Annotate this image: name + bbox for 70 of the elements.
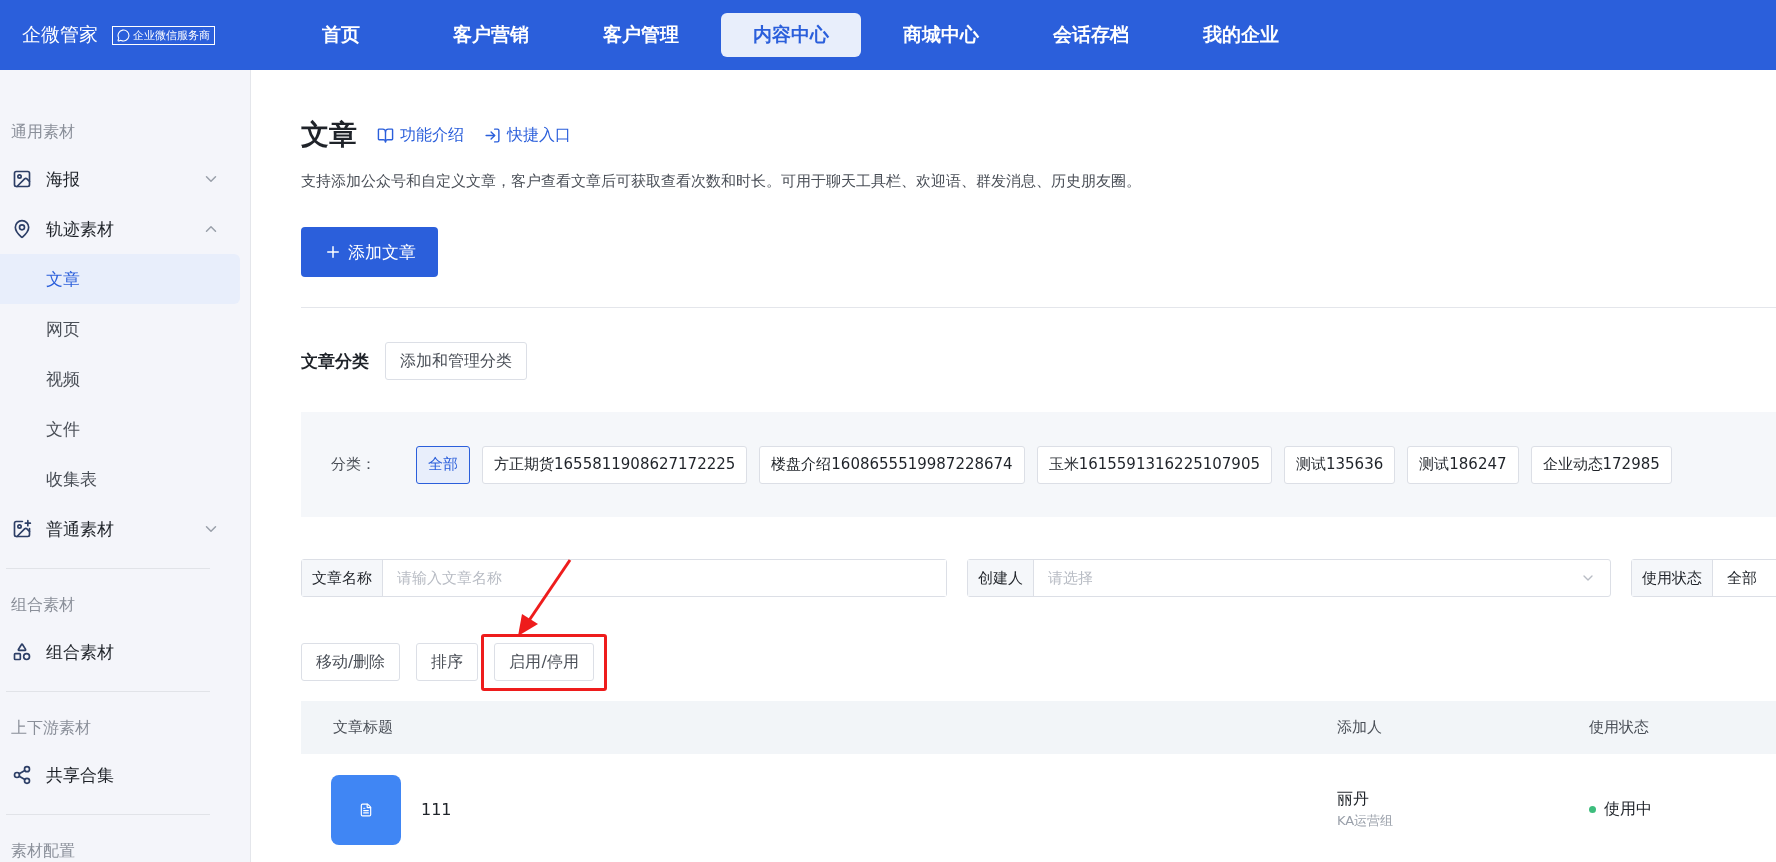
column-header: 添加人	[1336, 718, 1383, 737]
select-value: 全部	[1727, 568, 1757, 588]
sidebar-label: 海报	[46, 167, 81, 191]
category-title: 文章分类	[301, 349, 369, 373]
category-label: 分类：	[331, 455, 376, 474]
chat-icon	[117, 28, 130, 42]
category-chip[interactable]: 方正期货1655811908627172225	[482, 445, 748, 484]
header-link[interactable]: 功能介绍	[377, 124, 464, 146]
action-button[interactable]: 启用/停用	[494, 643, 594, 681]
section-title: 上下游素材	[10, 716, 92, 739]
field-label: 使用状态	[1632, 560, 1713, 596]
category-chip[interactable]: 测试186247	[1407, 445, 1519, 484]
sidebar-item[interactable]: 轨迹素材	[0, 204, 240, 254]
column-header: 使用状态	[1588, 718, 1650, 737]
adder-name: 丽丹	[1337, 789, 1370, 810]
nav-tab[interactable]: 我的企业	[1171, 13, 1311, 57]
sidebar-item[interactable]: 普通素材	[0, 504, 240, 554]
share-icon	[12, 765, 32, 785]
section-title: 组合素材	[10, 593, 76, 616]
status-text: 使用中	[1604, 799, 1652, 820]
category-chip[interactable]: 全部	[416, 445, 470, 484]
section-title: 通用素材	[10, 120, 76, 143]
page-title: 文章	[301, 117, 357, 153]
sidebar-item[interactable]: 组合素材	[0, 627, 240, 677]
shapes-icon	[12, 642, 32, 662]
nav-tab[interactable]: 商城中心	[871, 13, 1011, 57]
sidebar-subitem[interactable]: 收集表	[0, 454, 240, 504]
pin-icon	[12, 219, 32, 239]
field-label: 创建人	[968, 560, 1034, 596]
action-button[interactable]: 排序	[416, 643, 479, 681]
sidebar-label: 共享合集	[46, 763, 115, 787]
nav-tab[interactable]: 客户营销	[421, 13, 561, 57]
document-icon	[359, 802, 373, 817]
nav-tab[interactable]: 客户管理	[571, 13, 711, 57]
sidebar-subitem[interactable]: 文件	[0, 404, 240, 454]
nav-tab[interactable]: 首页	[271, 13, 411, 57]
column-header: 文章标题	[332, 718, 394, 737]
image-plus-icon	[12, 519, 32, 539]
section-title: 素材配置	[10, 839, 76, 862]
adder-team: KA运营组	[1337, 812, 1395, 830]
page-description: 支持添加公众号和自定义文章，客户查看文章后可获取查看次数和时长。可用于聊天工具栏、欢迎语、群发消息、历史朋友圈。	[301, 172, 1142, 191]
sidebar-item[interactable]: 海报	[0, 154, 240, 204]
filter-field[interactable]: 创建人 请选择	[967, 559, 1611, 597]
sidebar-item[interactable]: 共享合集	[0, 750, 240, 800]
sidebar-subitem[interactable]: 视频	[0, 354, 240, 404]
action-button[interactable]: 移动/删除	[301, 643, 401, 681]
category-chip[interactable]: 楼盘介绍1608655519987228674	[759, 445, 1025, 484]
field-label: 文章名称	[302, 560, 383, 596]
book-icon	[377, 126, 394, 144]
sidebar-label: 普通素材	[46, 517, 115, 541]
filter-field[interactable]: 文章名称 请输入文章名称	[301, 559, 947, 597]
add-article-button[interactable]: 添加文章	[301, 227, 438, 277]
image-icon	[12, 169, 32, 189]
sidebar-subitem[interactable]: 网页	[0, 304, 240, 354]
nav-tab[interactable]: 会话存档	[1021, 13, 1161, 57]
category-chip[interactable]: 玉米1615591316225107905	[1036, 445, 1272, 484]
app-logo: 企微管家	[22, 22, 98, 47]
category-chip[interactable]: 企业动态172985	[1530, 445, 1672, 484]
sidebar-subitem[interactable]: 文章	[0, 254, 240, 304]
enter-icon	[484, 126, 501, 144]
sidebar-label: 组合素材	[46, 640, 115, 664]
filter-field[interactable]: 使用状态 全部	[1631, 559, 1776, 597]
header-link[interactable]: 快捷入口	[484, 124, 571, 146]
manage-category-button[interactable]: 添加和管理分类	[385, 342, 527, 380]
select-placeholder: 请选择	[1048, 568, 1094, 588]
badge-text: 企业微信服务商	[133, 27, 210, 43]
sidebar-label: 轨迹素材	[46, 217, 115, 241]
article-title: 111	[421, 800, 452, 819]
nav-tab[interactable]: 内容中心	[721, 13, 861, 57]
category-chip[interactable]: 测试135636	[1284, 445, 1396, 484]
